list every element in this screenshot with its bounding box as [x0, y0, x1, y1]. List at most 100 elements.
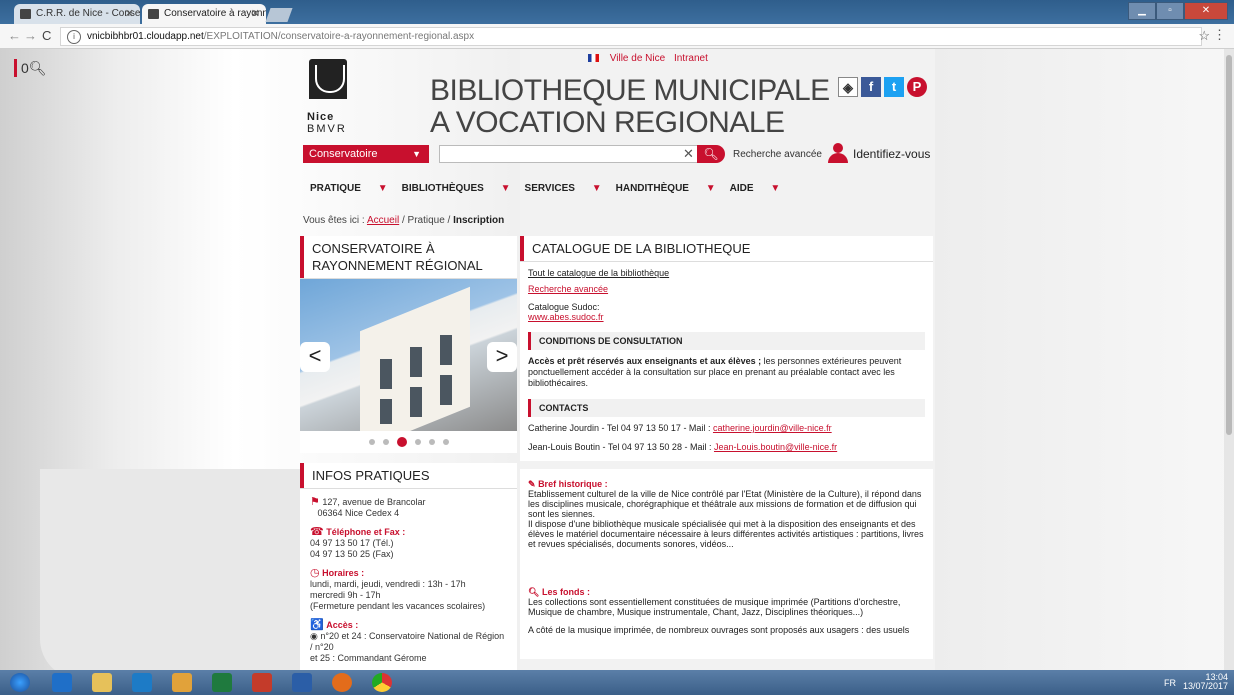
info-icon[interactable]: i	[67, 30, 81, 44]
clear-icon[interactable]: ✕	[683, 146, 694, 162]
social-links: ◈ f t P	[838, 77, 927, 97]
nav-label: PRATIQUE	[310, 183, 361, 194]
page-favicon-icon	[148, 9, 159, 19]
carousel-dot-active[interactable]	[396, 437, 407, 448]
site-title: BIBLIOTHEQUE MUNICIPALE A VOCATION REGIO…	[430, 75, 830, 139]
pinterest-icon[interactable]: P	[907, 77, 927, 97]
advanced-search-link[interactable]: Recherche avancée	[528, 284, 925, 294]
search-category-value: Conservatoire	[309, 148, 378, 160]
basket-counter[interactable]: 0🔍︎	[14, 59, 47, 77]
hours-line: mercredi 9h - 17h	[310, 590, 381, 600]
scrollbar-thumb[interactable]	[1226, 55, 1232, 435]
tel-number: 04 97 13 50 17 (Tél.)	[310, 538, 394, 548]
accessibility-icon: ♿	[310, 619, 324, 631]
main-nav: PRATIQUE ▼ BIBLIOTHÈQUES ▼ SERVICES ▼ HA…	[310, 183, 794, 194]
system-clock[interactable]: 13:04 13/07/2017	[1183, 673, 1228, 691]
search-button[interactable]: 🔍︎	[697, 145, 725, 163]
carousel-next-button[interactable]: >	[487, 342, 517, 372]
nav-item-bibliotheques[interactable]: BIBLIOTHÈQUES ▼	[402, 183, 511, 194]
carousel-dot[interactable]	[428, 439, 435, 446]
address-line2: 06364 Nice Cedex 4	[317, 508, 400, 518]
url-host: vnicbibhbr01.cloudapp.net	[87, 31, 204, 42]
page-scrollbar[interactable]	[1224, 49, 1234, 670]
reload-icon[interactable]: C	[42, 28, 51, 43]
catalog-all-link[interactable]: Tout le catalogue de la bibliothèque	[528, 268, 925, 278]
infos-header: INFOS PRATIQUES	[300, 463, 517, 489]
access-line: et 25 : Commandant Gérome	[310, 653, 427, 663]
accessibility-eye-icon[interactable]: ◈	[838, 77, 858, 97]
search-input[interactable]	[439, 145, 705, 163]
sudoc-link[interactable]: www.abes.sudoc.fr	[528, 312, 604, 322]
bookmark-star-icon[interactable]: ☆	[1198, 28, 1210, 44]
file-explorer-icon[interactable]	[92, 673, 112, 692]
url-field[interactable]: i vnicbibhbr01.cloudapp.net/EXPLOITATION/…	[60, 27, 1202, 46]
search-category-select[interactable]: Conservatoire ▼	[303, 145, 429, 163]
browser-menu-icon[interactable]: ⋮	[1213, 27, 1226, 43]
breadcrumb-pratique: / Pratique /	[401, 215, 451, 226]
hours-line: lundi, mardi, jeudi, vendredi : 13h - 17…	[310, 579, 466, 589]
carousel-dot[interactable]	[414, 439, 421, 446]
maximize-button[interactable]: ▫	[1156, 2, 1184, 20]
carousel-dot[interactable]	[382, 439, 389, 446]
contact-row: Catherine Jourdin - Tel 04 97 13 50 17 -…	[528, 423, 925, 434]
history-paragraph: Etablissement culturel de la ville de Ni…	[528, 489, 922, 519]
window-shape	[380, 359, 392, 389]
media-player-icon[interactable]	[132, 673, 152, 692]
forward-arrow-icon[interactable]: →	[24, 28, 37, 43]
window-shape	[440, 375, 452, 405]
chrome-icon[interactable]	[372, 673, 392, 692]
breadcrumb-home-link[interactable]: Accueil	[367, 215, 399, 226]
internet-explorer-icon[interactable]	[52, 673, 72, 692]
carousel-dot[interactable]	[368, 439, 375, 446]
excel-icon[interactable]	[212, 673, 232, 692]
conditions-bold: Accès et prêt réservés aux enseignants e…	[528, 356, 762, 366]
window-close-button[interactable]: ✕	[1184, 2, 1228, 20]
nav-item-services[interactable]: SERVICES ▼	[525, 183, 602, 194]
nav-item-pratique[interactable]: PRATIQUE ▼	[310, 183, 388, 194]
carousel-dot[interactable]	[442, 439, 449, 446]
minimize-button[interactable]: ▁	[1128, 2, 1156, 20]
search-icon: 🔍︎	[703, 147, 719, 161]
start-button-icon[interactable]	[10, 673, 30, 692]
back-arrow-icon[interactable]: ←	[8, 28, 21, 43]
bmvr-logo[interactable]: Nice BMVR	[305, 59, 353, 141]
history-panel: ✎ Bref historique : Etablissement cultur…	[520, 469, 933, 659]
firefox-icon[interactable]	[332, 673, 352, 692]
close-icon[interactable]: ✕	[251, 4, 260, 24]
user-icon[interactable]	[828, 143, 848, 163]
twitter-icon[interactable]: t	[884, 77, 904, 97]
infos-title: INFOS PRATIQUES	[300, 463, 517, 488]
advanced-search-link[interactable]: Recherche avancée	[733, 149, 822, 160]
clock-date: 13/07/2017	[1182, 681, 1228, 691]
access-title: Accès :	[326, 620, 359, 630]
conservatoire-header: CONSERVATOIRE À RAYONNEMENT RÉGIONAL	[300, 236, 517, 279]
nav-item-aide[interactable]: AIDE ▼	[730, 183, 781, 194]
contact-email-link[interactable]: Jean-Louis.boutin@ville-nice.fr	[714, 442, 837, 452]
facebook-icon[interactable]: f	[861, 77, 881, 97]
contact-email-link[interactable]: catherine.jourdin@ville-nice.fr	[713, 423, 832, 433]
language-indicator[interactable]: FR	[1164, 678, 1176, 688]
link-ville-de-nice[interactable]: Ville de Nice	[610, 53, 665, 64]
right-column: CATALOGUE DE LA BIBLIOTHEQUE Tout le cat…	[520, 236, 933, 659]
history-title: Bref historique :	[538, 479, 608, 489]
tab-crr-nice[interactable]: C.R.R. de Nice - Conserv ✕	[14, 4, 140, 24]
flag-icon	[588, 54, 599, 63]
powerpoint-icon[interactable]	[252, 673, 272, 692]
catalog-panel: CATALOGUE DE LA BIBLIOTHEQUE Tout le cat…	[520, 236, 933, 461]
window-shape	[410, 347, 422, 377]
word-icon[interactable]	[292, 673, 312, 692]
close-icon[interactable]: ✕	[125, 4, 134, 24]
chevron-down-icon: ▼	[500, 183, 511, 194]
login-link[interactable]: Identifiez-vous	[853, 147, 930, 161]
address-line1: 127, avenue de Brancolar	[322, 497, 426, 507]
folder-icon[interactable]	[172, 673, 192, 692]
clock-icon: ◷	[310, 567, 320, 579]
nav-label: AIDE	[729, 183, 754, 194]
tab-conservatoire[interactable]: Conservatoire à rayonne ✕	[142, 4, 266, 24]
carousel-prev-button[interactable]: <	[300, 342, 330, 372]
link-intranet[interactable]: Intranet	[674, 53, 708, 64]
nav-item-handitheque[interactable]: HANDITHÈQUE ▼	[616, 183, 716, 194]
new-tab-button[interactable]	[265, 8, 293, 22]
window-shape	[380, 399, 392, 424]
hours-note: (Fermeture pendant les vacances scolaire…	[310, 601, 486, 611]
